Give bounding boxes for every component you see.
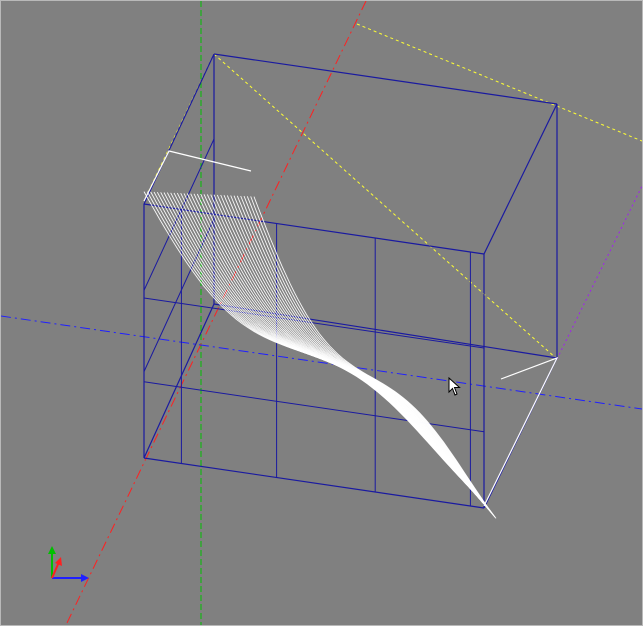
triad-x-axis (52, 574, 89, 582)
triad-z-axis (51, 557, 62, 579)
arrow-cursor-icon (448, 377, 461, 396)
view-triad (48, 546, 89, 582)
graphics-viewport[interactable] (0, 0, 643, 626)
